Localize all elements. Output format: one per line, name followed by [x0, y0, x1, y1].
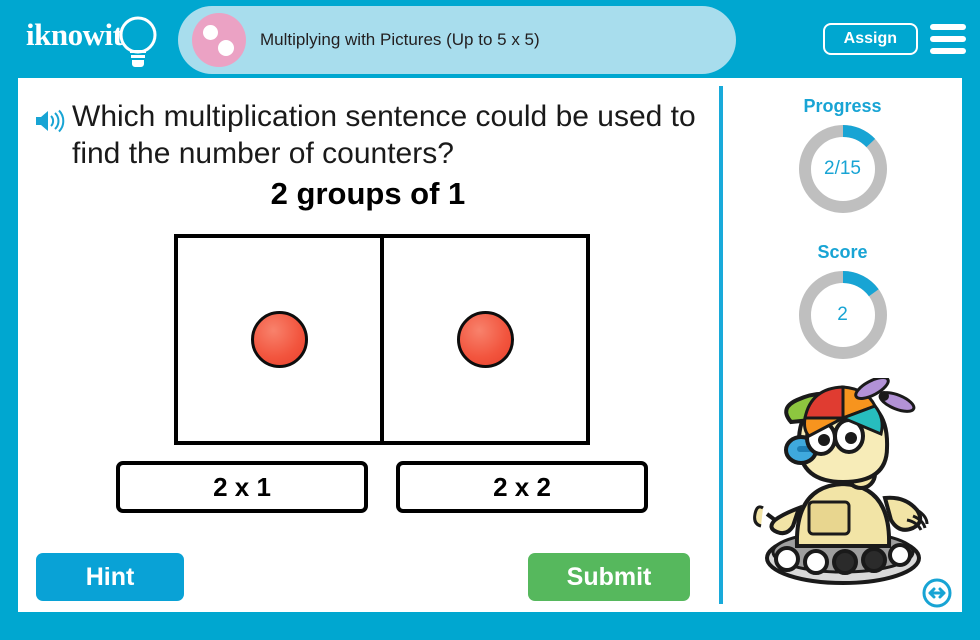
submit-button[interactable]: Submit	[528, 553, 690, 601]
progress-meter: Progress 2/15	[723, 96, 962, 217]
group-box	[380, 234, 590, 445]
counters-icon-dot-2	[218, 40, 234, 56]
score-ring: 2	[795, 267, 891, 363]
counters-icon-dot-1	[203, 25, 218, 40]
lesson-title-pill: Multiplying with Pictures (Up to 5 x 5)	[178, 6, 736, 74]
lightbulb-icon	[119, 16, 157, 67]
question-text: Which multiplication sentence could be u…	[72, 100, 696, 170]
score-meter: Score 2	[723, 242, 962, 363]
answer-choices: 2 x 1 2 x 2	[116, 461, 648, 513]
lesson-stage: Which multiplication sentence could be u…	[18, 78, 962, 612]
counters-diagram	[174, 234, 590, 445]
logo-wordmark: iknowit	[26, 17, 123, 52]
robot-mascot-propeller-hat	[753, 378, 929, 585]
progress-ring: 2/15	[795, 121, 891, 217]
iknowit-logo[interactable]: iknowit	[26, 13, 166, 69]
answer-choice-1[interactable]: 2 x 1	[116, 461, 368, 513]
pink-counters-icon	[192, 13, 246, 67]
hamburger-bar-2	[930, 36, 966, 42]
group-box	[174, 234, 384, 445]
question-block: Which multiplication sentence could be u…	[26, 98, 706, 172]
lesson-title: Multiplying with Pictures (Up to 5 x 5)	[260, 30, 540, 49]
question-prompt: 2 groups of 1	[270, 176, 466, 211]
answer-choice-2[interactable]: 2 x 2	[396, 461, 648, 513]
hamburger-bar-1	[930, 24, 966, 30]
hamburger-menu-icon[interactable]	[930, 24, 966, 54]
progress-value: 2/15	[824, 158, 861, 179]
speaker-icon[interactable]	[34, 108, 66, 134]
left-right-arrow-icon[interactable]	[922, 578, 952, 608]
assign-button[interactable]: Assign	[822, 23, 918, 55]
counter-chip	[250, 311, 308, 368]
app-header: iknowit Multiplying with Pictures (Up to…	[0, 0, 980, 78]
hamburger-bar-3	[930, 48, 966, 54]
app-root: iknowit Multiplying with Pictures (Up to…	[0, 0, 980, 640]
hint-button[interactable]: Hint	[36, 553, 184, 601]
score-label: Score	[817, 242, 868, 262]
score-value: 2	[837, 304, 848, 325]
counter-chip	[456, 311, 514, 368]
progress-label: Progress	[803, 96, 882, 116]
status-sidebar: Progress 2/15 Score 2	[723, 78, 962, 612]
